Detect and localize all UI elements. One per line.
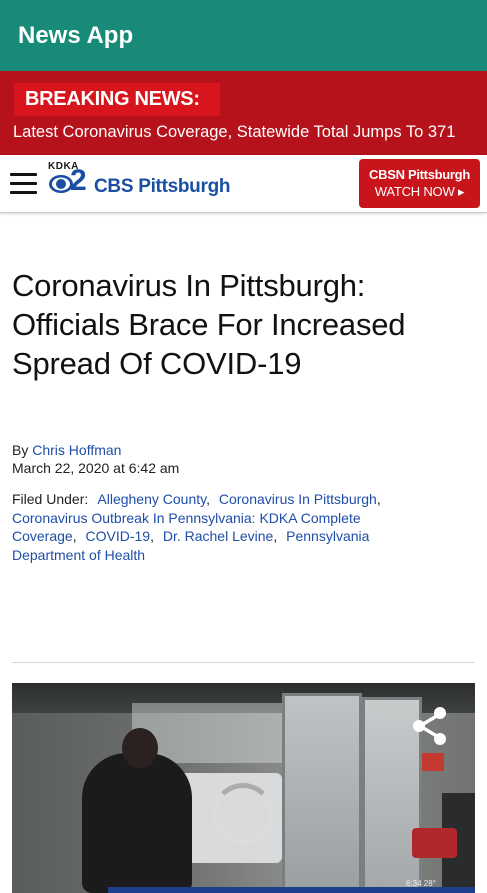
app-bar: News App (0, 0, 487, 71)
byline-prefix: By (12, 442, 29, 458)
breaking-news-headline[interactable]: Latest Coronavirus Coverage, Statewide T… (13, 123, 455, 142)
video-frame-door (282, 693, 362, 893)
tag-separator: , (72, 528, 77, 544)
cbs-pittsburgh-logo[interactable]: KDKA 2 CBS Pittsburgh (48, 161, 248, 201)
video-overlay-time: 6:34 28° (406, 879, 436, 888)
logo-channel-number: 2 (70, 164, 87, 197)
tag-separator: , (273, 528, 278, 544)
video-frame-person-head (122, 728, 158, 768)
video-frame-person (82, 753, 192, 893)
filed-under-label: Filed Under: (12, 491, 89, 507)
tag-separator: , (376, 491, 381, 507)
app-title: News App (18, 22, 134, 49)
loading-spinner-icon (212, 783, 274, 845)
filed-under-tags: Filed Under: Allegheny County, Coronavir… (12, 490, 422, 564)
video-frame-sign (422, 753, 444, 771)
cbsn-button-title: CBSN Pittsburgh (369, 167, 470, 182)
breaking-news-badge: BREAKING NEWS: (14, 83, 220, 116)
tag-link[interactable]: Dr. Rachel Levine (163, 528, 274, 544)
article-byline: By Chris Hoffman (12, 442, 121, 458)
share-icon[interactable] (410, 705, 450, 747)
content-divider (12, 662, 475, 663)
cbsn-button-subtitle: WATCH NOW ▸ (374, 184, 465, 199)
article-headline: Coronavirus In Pittsburgh: Officials Bra… (12, 268, 406, 381)
logo-name: CBS Pittsburgh (94, 176, 231, 197)
article-date: March 22, 2020 at 6:42 am (12, 460, 180, 476)
author-link[interactable]: Chris Hoffman (32, 442, 121, 458)
hamburger-menu-icon[interactable] (10, 173, 37, 194)
video-player[interactable]: 6:34 28° (12, 683, 475, 893)
tag-link[interactable]: Allegheny County (97, 491, 206, 507)
tag-separator: , (206, 491, 210, 507)
tag-separator: , (150, 528, 154, 544)
video-frame-cart (412, 828, 457, 858)
tag-link[interactable]: COVID-19 (85, 528, 150, 544)
cbsn-watch-now-button[interactable]: CBSN Pittsburgh WATCH NOW ▸ (359, 159, 480, 208)
tag-link[interactable]: Coronavirus In Pittsburgh (219, 491, 377, 507)
